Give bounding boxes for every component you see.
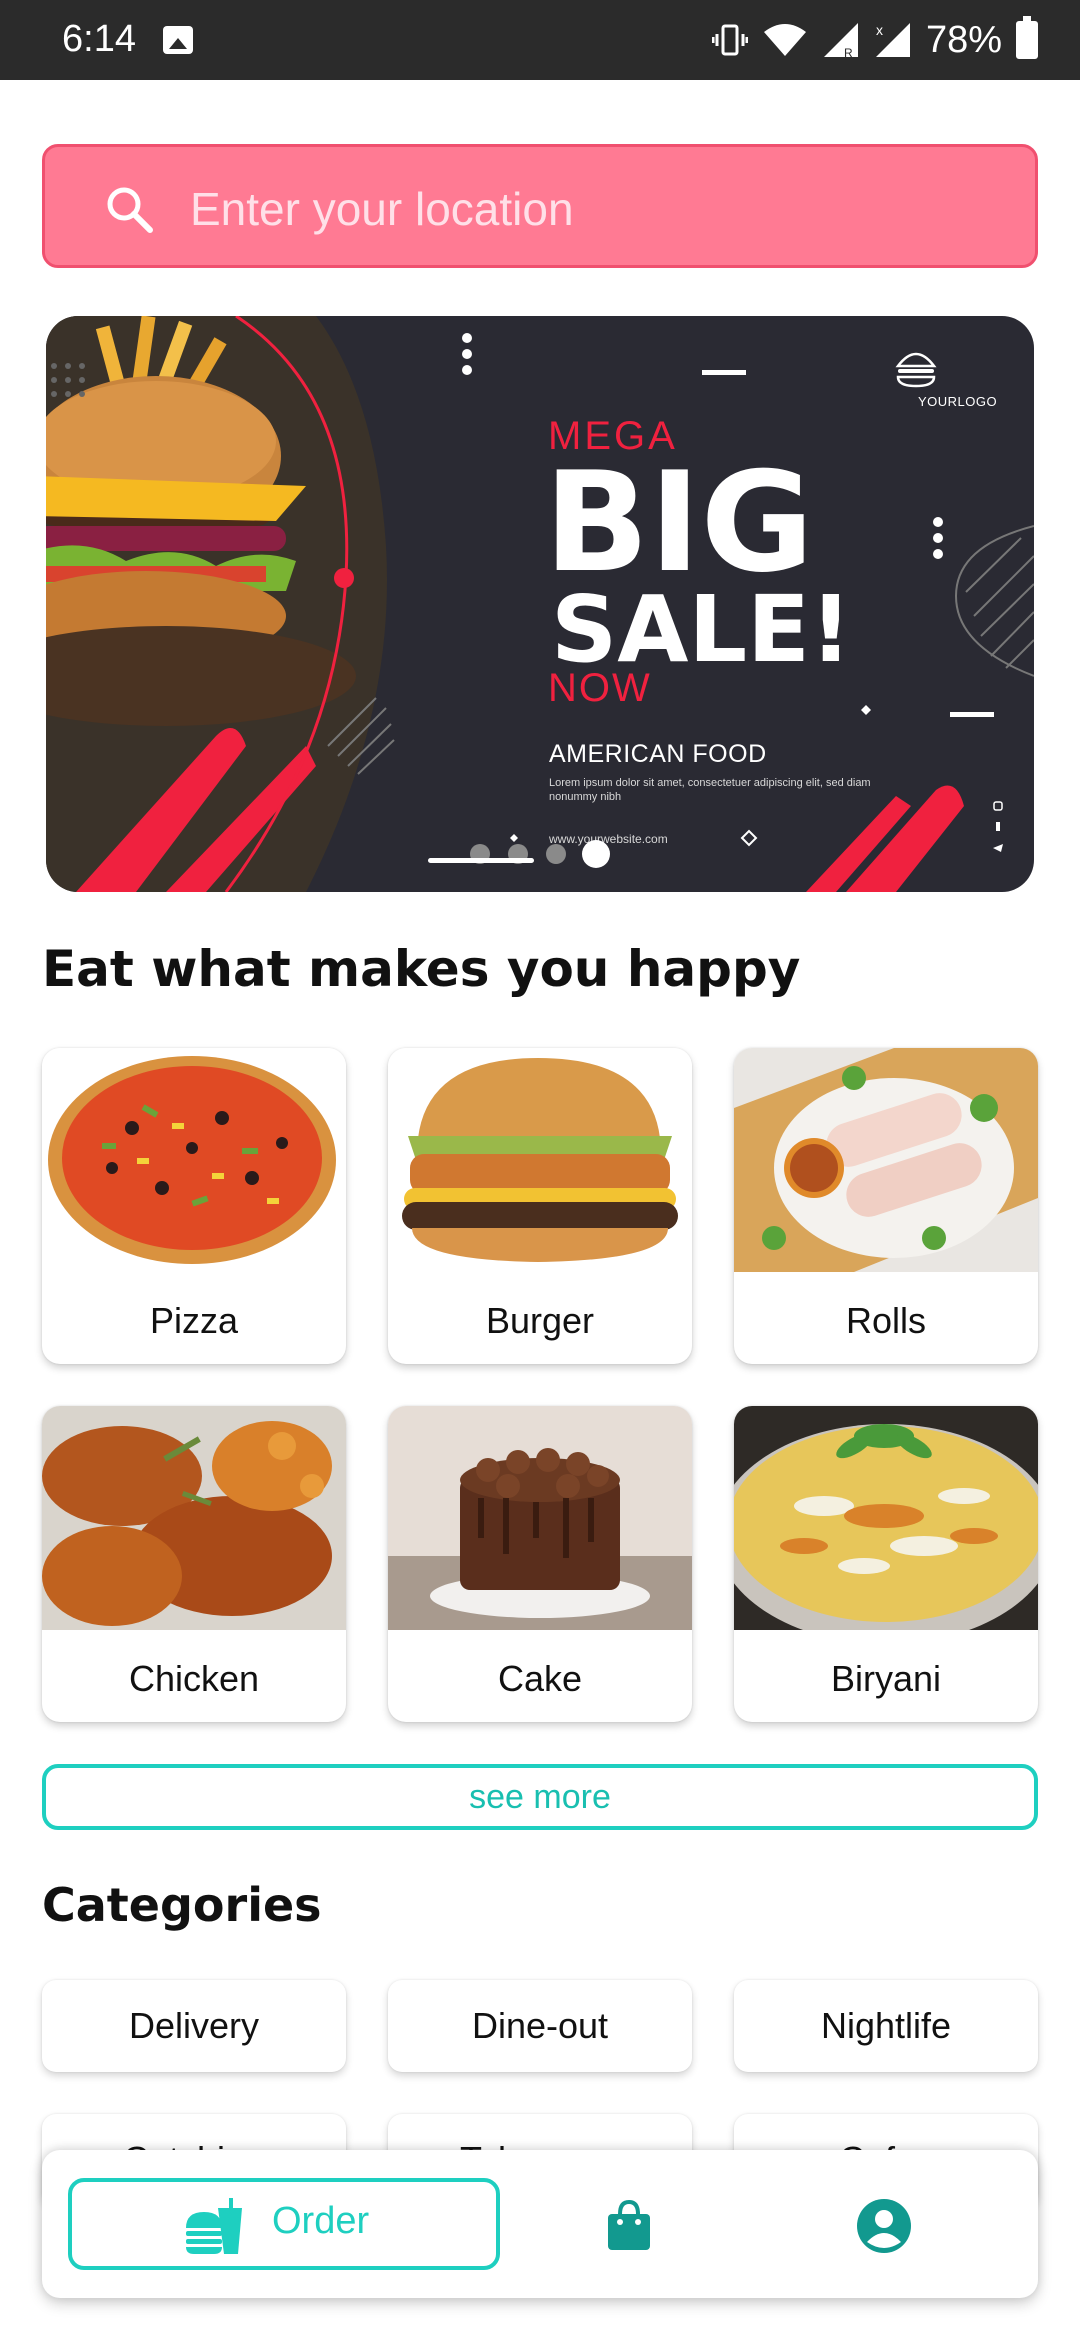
promo-banner[interactable]: YOURLOGO MEGA BIG SALE! NOW AMERICAN FOO…: [46, 316, 1034, 892]
biryani-image: [734, 1406, 1038, 1630]
food-label: Rolls: [845, 1300, 926, 1341]
carousel-indicator[interactable]: [46, 836, 1034, 868]
nav-order-button[interactable]: Order: [68, 2178, 500, 2270]
order-food-icon: [186, 2198, 242, 2254]
carousel-dot[interactable]: [546, 844, 566, 864]
carousel-line: [428, 858, 534, 863]
bottom-navigation: Order: [42, 2150, 1038, 2298]
rolls-image: [734, 1048, 1038, 1272]
pizza-image: [42, 1048, 346, 1272]
category-nightlife[interactable]: Nightlife: [734, 1980, 1038, 2072]
food-card-burger[interactable]: Burger: [388, 1048, 692, 1364]
location-search-bar[interactable]: [42, 144, 1038, 268]
search-icon: [107, 187, 153, 233]
chicken-image: [42, 1406, 346, 1630]
shopping-bag-icon[interactable]: [606, 2200, 652, 2252]
banner-sale: SALE!: [551, 576, 852, 683]
section-title-happy: Eat what makes you happy: [42, 940, 801, 998]
food-label: Burger: [485, 1300, 595, 1341]
carousel-dot-active[interactable]: [582, 840, 610, 868]
banner-artwork: [46, 316, 1034, 892]
status-icons: R x 78%: [711, 14, 1038, 66]
svg-text:R: R: [844, 46, 853, 59]
cake-image: [388, 1406, 692, 1630]
food-card-rolls[interactable]: Rolls: [734, 1048, 1038, 1364]
food-card-cake[interactable]: Cake: [388, 1406, 692, 1722]
image-notification-icon: [163, 26, 193, 54]
food-label: Cake: [497, 1658, 583, 1699]
banner-logo: YOURLOGO: [918, 394, 998, 409]
signal-x-icon: x: [875, 22, 910, 57]
profile-icon[interactable]: [856, 2198, 912, 2254]
food-card-biryani[interactable]: Biryani: [734, 1406, 1038, 1722]
wifi-icon: [763, 24, 806, 56]
signal-roaming-icon: R: [823, 23, 858, 59]
status-bar: 6:14 R x 78%: [0, 0, 1080, 80]
battery-percent: 78%: [925, 18, 1002, 61]
food-label: Biryani: [830, 1658, 942, 1699]
food-label: Pizza: [149, 1300, 239, 1341]
status-time: 6:14: [62, 18, 136, 60]
category-delivery[interactable]: Delivery: [42, 1980, 346, 2072]
nav-order-label: Order: [272, 2200, 370, 2242]
battery-icon: [1016, 16, 1038, 59]
banner-body: Lorem ipsum dolor sit amet, consectetuer…: [549, 777, 871, 803]
category-dine-out[interactable]: Dine-out: [388, 1980, 692, 2072]
food-label: Chicken: [128, 1658, 260, 1699]
location-input[interactable]: [190, 169, 1010, 249]
banner-now: NOW: [548, 666, 652, 710]
banner-subtitle: AMERICAN FOOD: [549, 740, 767, 768]
vibrate-icon: [711, 24, 748, 56]
food-card-pizza[interactable]: Pizza: [42, 1048, 346, 1364]
burger-image: [388, 1048, 692, 1272]
see-more-button[interactable]: see more: [42, 1764, 1038, 1830]
banner-big: BIG: [544, 442, 814, 603]
svg-text:x: x: [876, 22, 883, 38]
food-card-chicken[interactable]: Chicken: [42, 1406, 346, 1722]
section-title-categories: Categories: [42, 1878, 322, 1932]
